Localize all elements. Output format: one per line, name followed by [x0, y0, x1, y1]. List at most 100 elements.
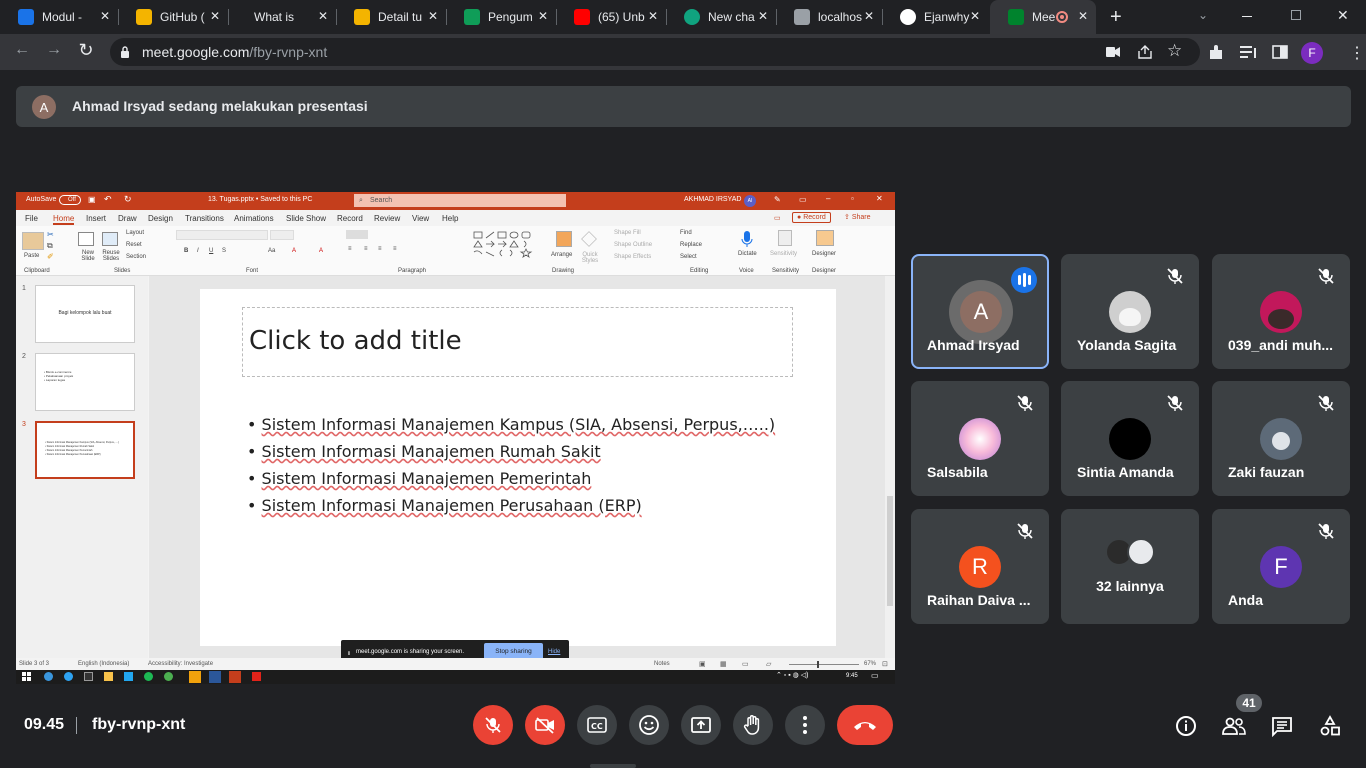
- drag-handle-icon[interactable]: ॥: [347, 649, 351, 657]
- close-tab-icon[interactable]: ✕: [970, 9, 980, 23]
- tab-help[interactable]: Help: [442, 214, 458, 223]
- arrange-icon[interactable]: [556, 231, 572, 247]
- slide-thumbnail-selected[interactable]: • Sistem Informasi Manajemen Kampus (SIA…: [35, 421, 135, 479]
- search-box[interactable]: ⌕ Search: [354, 194, 566, 207]
- shape-outline-button[interactable]: Shape Outline: [614, 242, 652, 248]
- comments-icon[interactable]: ▭: [774, 214, 781, 222]
- file-explorer-icon[interactable]: [104, 672, 113, 681]
- title-placeholder[interactable]: Click to add title: [242, 307, 793, 377]
- designer-icon[interactable]: [816, 230, 834, 246]
- browser-tab[interactable]: Pengum ✕: [446, 0, 556, 34]
- tab-home[interactable]: Home: [53, 214, 75, 225]
- bookmark-star-icon[interactable]: ☆: [1167, 41, 1182, 61]
- chat-button[interactable]: [1269, 713, 1295, 739]
- close-window-icon[interactable]: ✕: [1337, 7, 1349, 24]
- forward-icon[interactable]: →: [42, 41, 66, 59]
- find-button[interactable]: Find: [680, 230, 692, 236]
- restore-window-icon[interactable]: [1291, 10, 1301, 20]
- more-participants-tile[interactable]: 32 lainnya: [1061, 509, 1199, 624]
- close-tab-icon[interactable]: ✕: [210, 9, 220, 23]
- browser-tab[interactable]: Detail tu ✕: [336, 0, 446, 34]
- pen-icon[interactable]: ✎: [774, 195, 781, 204]
- select-button[interactable]: Select: [680, 254, 697, 260]
- browser-tab[interactable]: Ejanwhy ✕: [882, 0, 988, 34]
- underline-icon[interactable]: U: [209, 248, 213, 254]
- font-name-box[interactable]: [176, 230, 268, 240]
- tab-slide-show[interactable]: Slide Show: [286, 214, 326, 223]
- tab-search-icon[interactable]: ⌄: [1198, 8, 1208, 22]
- slide-thumbnail[interactable]: Bagi kelompok lalu buat: [35, 285, 135, 343]
- sensitivity-icon[interactable]: [778, 230, 792, 246]
- maximize-icon[interactable]: ▫: [851, 194, 854, 203]
- align-left-icon[interactable]: ≡: [348, 246, 352, 252]
- close-tab-icon[interactable]: ✕: [538, 9, 548, 23]
- copy-icon[interactable]: ⧉: [47, 241, 53, 251]
- justify-icon[interactable]: ≡: [393, 246, 397, 252]
- participant-tile[interactable]: 039_andi muh...: [1212, 254, 1350, 369]
- close-tab-icon[interactable]: ✕: [648, 9, 658, 23]
- close-tab-icon[interactable]: ✕: [318, 9, 328, 23]
- tab-record[interactable]: Record: [337, 214, 363, 223]
- pdf-reader-icon[interactable]: [252, 672, 261, 681]
- layout-button[interactable]: Layout: [126, 230, 144, 236]
- change-case-icon[interactable]: Aa: [268, 248, 275, 254]
- vscode-icon[interactable]: [124, 672, 133, 681]
- toggle-camera-button[interactable]: [525, 705, 565, 745]
- autosave-toggle[interactable]: Off: [59, 195, 81, 205]
- tab-draw[interactable]: Draw: [118, 214, 137, 223]
- reactions-button[interactable]: [629, 705, 669, 745]
- browser-tab[interactable]: localhos ✕: [776, 0, 882, 34]
- media-control-icon[interactable]: [1240, 45, 1258, 59]
- tab-review[interactable]: Review: [374, 214, 400, 223]
- share-page-icon[interactable]: [1137, 45, 1153, 59]
- browser-tab[interactable]: Modul - ✕: [0, 0, 118, 34]
- notifications-icon[interactable]: ▭: [871, 671, 879, 680]
- font-size-box[interactable]: [270, 230, 294, 240]
- slide-show-icon[interactable]: ▱: [766, 660, 771, 668]
- bullets-icon[interactable]: [346, 230, 368, 239]
- align-right-icon[interactable]: ≡: [378, 246, 382, 252]
- profile-avatar[interactable]: F: [1301, 42, 1323, 64]
- reuse-slides-icon[interactable]: [102, 232, 118, 246]
- fit-to-window-icon[interactable]: ⊡: [882, 660, 888, 668]
- account-avatar[interactable]: AI: [744, 195, 756, 207]
- save-icon[interactable]: ▣: [88, 195, 96, 204]
- font-color-icon[interactable]: A: [292, 248, 296, 254]
- taskbar-app-icon[interactable]: [44, 672, 53, 681]
- replace-button[interactable]: Replace: [680, 242, 702, 248]
- more-options-button[interactable]: [785, 705, 825, 745]
- content-bullets[interactable]: • Sistem Informasi Manajemen Kampus (SIA…: [247, 411, 775, 519]
- format-painter-icon[interactable]: ✐: [47, 252, 54, 261]
- browser-tab[interactable]: What is ✕: [236, 0, 336, 34]
- shape-effects-button[interactable]: Shape Effects: [614, 254, 651, 260]
- new-tab-button[interactable]: +: [1110, 6, 1130, 28]
- address-bar[interactable]: meet.google.com/fby-rvnp-xnt ☆: [110, 38, 1200, 66]
- undo-icon[interactable]: ↶: [104, 194, 112, 205]
- back-icon[interactable]: ←: [10, 41, 34, 59]
- close-tab-icon[interactable]: ✕: [864, 9, 874, 23]
- tab-transitions[interactable]: Transitions: [185, 214, 224, 223]
- section-button[interactable]: Section: [126, 254, 146, 260]
- spotify-icon[interactable]: [144, 672, 153, 681]
- paste-icon[interactable]: [22, 232, 44, 250]
- reload-icon[interactable]: ↻: [74, 40, 98, 61]
- ribbon-display-icon[interactable]: ▭: [799, 195, 807, 204]
- people-button[interactable]: [1221, 713, 1247, 739]
- browser-tab[interactable]: GitHub ( ✕: [118, 0, 228, 34]
- participant-tile[interactable]: Salsabila: [911, 381, 1049, 496]
- sublime-icon[interactable]: [189, 671, 201, 683]
- shape-fill-button[interactable]: Shape Fill: [614, 230, 641, 236]
- reading-view-icon[interactable]: ▭: [742, 660, 749, 668]
- terminal-icon[interactable]: [84, 672, 93, 681]
- align-center-icon[interactable]: ≡: [364, 246, 368, 252]
- close-tab-icon[interactable]: ✕: [1078, 9, 1088, 23]
- raise-hand-button[interactable]: [733, 705, 773, 745]
- redo-icon[interactable]: ↻: [124, 194, 132, 205]
- share-button[interactable]: ⇪ Share: [840, 212, 875, 222]
- tab-file[interactable]: File: [25, 214, 38, 223]
- slide-sorter-icon[interactable]: ▦: [720, 660, 727, 668]
- hide-link[interactable]: Hide: [548, 649, 560, 655]
- shadow-icon[interactable]: S: [222, 248, 226, 254]
- participant-tile[interactable]: R Raihan Daiva ...: [911, 509, 1049, 624]
- quick-styles-icon[interactable]: [581, 231, 597, 247]
